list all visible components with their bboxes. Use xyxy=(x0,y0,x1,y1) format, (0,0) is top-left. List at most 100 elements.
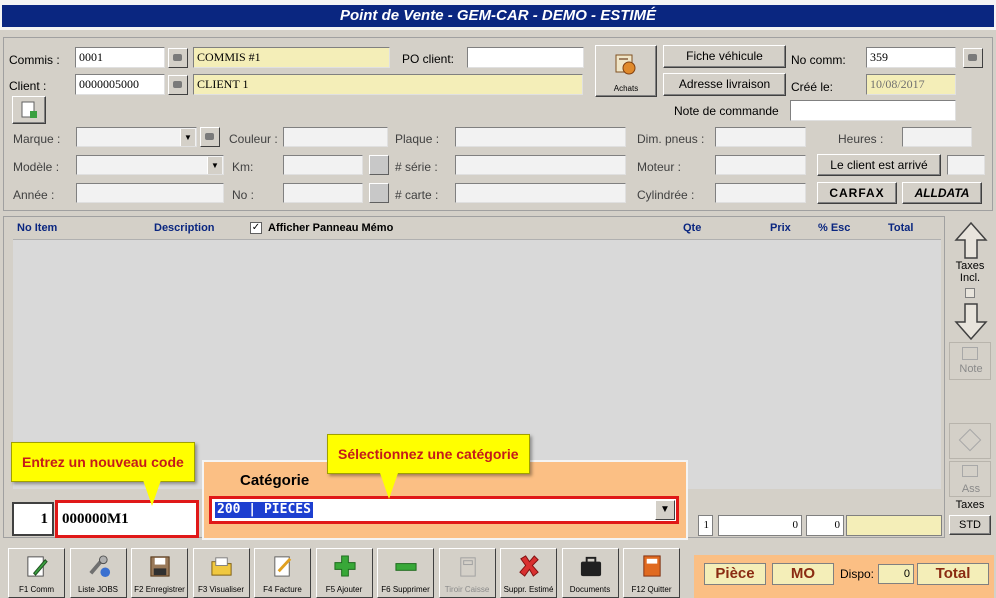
assembly-button[interactable] xyxy=(949,423,991,459)
client-edit-button[interactable] xyxy=(12,96,46,124)
toolbar-button-7[interactable]: Tiroir Caisse xyxy=(438,548,496,598)
bottom-toolbar: F1 Comm Liste JOBS F2 Enregistrer F3 Visual… xyxy=(3,545,683,598)
carfax-button[interactable]: CARFAX xyxy=(817,182,897,204)
toolbar-label: F2 Enregistrer xyxy=(134,585,185,594)
dim-pneus-field[interactable] xyxy=(715,127,806,147)
client-code-field[interactable]: 0000005000 xyxy=(75,74,165,95)
categorie-select[interactable]: 200 | PIECES ▼ xyxy=(209,496,679,524)
callout-code: Entrez un nouveau code xyxy=(11,442,195,482)
move-up-arrow-icon[interactable] xyxy=(951,220,991,262)
km-field[interactable] xyxy=(283,155,363,175)
summary-panel: Pièce MO Dispo: 0 Total xyxy=(694,555,994,598)
commis-lookup-button[interactable] xyxy=(168,48,188,68)
chevron-down-icon: ▼ xyxy=(180,129,195,146)
toolbar-label: Documents xyxy=(569,585,611,594)
moteur-field[interactable] xyxy=(715,155,806,175)
cree-le-field: 10/08/2017 xyxy=(866,74,956,95)
header-form: Commis : 0001 COMMIS #1 PO client: Achat… xyxy=(3,37,993,211)
briefcase-icon xyxy=(580,556,601,577)
modele-label: Modèle : xyxy=(13,160,60,174)
toolbar-button-2[interactable]: F2 Enregistrer xyxy=(131,548,188,598)
callout-categorie: Sélectionnez une catégorie xyxy=(327,434,530,474)
piece-button[interactable]: Pièce xyxy=(704,563,766,585)
document-edit-icon xyxy=(21,101,37,118)
cylindree-field[interactable] xyxy=(715,183,806,203)
modele-select[interactable]: ▼ xyxy=(76,155,224,175)
heures-field[interactable] xyxy=(902,127,972,147)
no-comm-field: 359 xyxy=(866,47,956,68)
client-arrive-button[interactable]: Le client est arrivé xyxy=(817,154,941,176)
no-button[interactable] xyxy=(369,183,389,203)
toolbar-button-1[interactable]: Liste JOBS xyxy=(69,548,127,598)
plaque-field[interactable] xyxy=(455,127,626,147)
toolbar-label: F3 Visualiser xyxy=(197,585,245,594)
dispo-label: Dispo: xyxy=(840,567,875,581)
marque-select[interactable]: ▼ xyxy=(76,127,197,147)
col-total: Total xyxy=(888,222,914,234)
serie-field[interactable] xyxy=(455,155,626,175)
drawer-icon xyxy=(459,557,476,577)
achats-button[interactable]: Achats xyxy=(595,45,657,97)
callout-categorie-tail xyxy=(380,473,398,499)
client-lookup-button[interactable] xyxy=(168,75,188,95)
client-name-field: CLIENT 1 xyxy=(193,74,583,95)
window-title: Point de Vente - GEM-CAR - DEMO - ESTIMÉ xyxy=(2,5,994,27)
plus-icon xyxy=(333,555,356,577)
quantity-input[interactable]: 1 xyxy=(12,502,54,536)
title-bar: Point de Vente - GEM-CAR - DEMO - ESTIMÉ xyxy=(0,0,996,30)
marque-label: Marque : xyxy=(13,132,61,146)
chevron-down-icon: ▼ xyxy=(207,157,222,174)
toolbar-label: F1 Comm xyxy=(18,585,55,594)
toolbar-button-10[interactable]: F12 Quitter xyxy=(623,548,680,598)
col-prix: Prix xyxy=(770,222,791,234)
code-input[interactable]: 000000M1 xyxy=(55,500,199,538)
toolbar-button-5[interactable]: F5 Ajouter xyxy=(315,548,373,598)
toolbar-button-6[interactable]: F6 Supprimer xyxy=(377,548,434,598)
taxes-incl-checkbox[interactable] xyxy=(965,288,975,298)
toolbar-button-9[interactable]: Documents xyxy=(561,548,619,598)
km-label: Km: xyxy=(232,160,254,174)
std-button[interactable]: STD xyxy=(949,515,991,535)
carte-label: # carte : xyxy=(395,188,439,202)
cree-le-label: Créé le: xyxy=(791,80,834,94)
chevron-down-icon[interactable]: ▼ xyxy=(655,500,675,520)
commis-code-field[interactable]: 0001 xyxy=(75,47,165,68)
po-client-field[interactable] xyxy=(467,47,584,68)
no-comm-label: No comm: xyxy=(791,53,846,67)
pen-icon xyxy=(27,556,48,577)
total-button[interactable]: Total xyxy=(917,563,989,585)
moteur-label: Moteur : xyxy=(637,160,682,174)
annee-field[interactable] xyxy=(76,183,224,203)
ass-button[interactable]: Ass xyxy=(949,461,991,497)
toolbar-button-0[interactable]: F1 Comm xyxy=(8,548,65,598)
memo-checkbox-label: Afficher Panneau Mémo xyxy=(268,222,394,234)
ass-icon xyxy=(962,465,978,477)
note-button[interactable]: Note xyxy=(949,342,991,380)
toolbar-button-8[interactable]: Suppr. Estimé xyxy=(500,548,557,598)
right-toolbar: Taxes Incl. Note Ass Taxes STD xyxy=(947,220,994,540)
toolbar-label: Suppr. Estimé xyxy=(503,585,554,594)
toolbar-label: Liste JOBS xyxy=(77,585,118,594)
ass-label: Ass xyxy=(961,483,981,495)
move-down-arrow-icon[interactable] xyxy=(951,300,991,342)
toolbar-button-3[interactable]: F3 Visualiser xyxy=(192,548,250,598)
km-button[interactable] xyxy=(369,155,389,175)
fiche-vehicule-button[interactable]: Fiche véhicule xyxy=(663,45,786,68)
adresse-livraison-button[interactable]: Adresse livraison xyxy=(663,73,786,96)
carte-field[interactable] xyxy=(455,183,626,203)
couleur-field[interactable] xyxy=(283,127,388,147)
no-comm-lookup-button[interactable] xyxy=(963,48,983,68)
exit-icon xyxy=(643,555,661,577)
marque-lookup-button[interactable] xyxy=(200,127,220,147)
alldata-button[interactable]: ALLDATA xyxy=(902,182,982,204)
mo-button[interactable]: MO xyxy=(772,563,834,585)
memo-checkbox[interactable]: ✓ xyxy=(250,222,262,234)
totals-value-1: 0 xyxy=(718,515,802,536)
no-field[interactable] xyxy=(283,183,363,203)
plaque-label: Plaque : xyxy=(395,132,440,146)
note-commande-field[interactable] xyxy=(790,100,956,121)
callout-code-tail xyxy=(143,480,161,506)
toolbar-button-4[interactable]: F4 Facture xyxy=(254,548,311,598)
couleur-label: Couleur : xyxy=(229,132,278,146)
dispo-value: 0 xyxy=(878,564,914,584)
